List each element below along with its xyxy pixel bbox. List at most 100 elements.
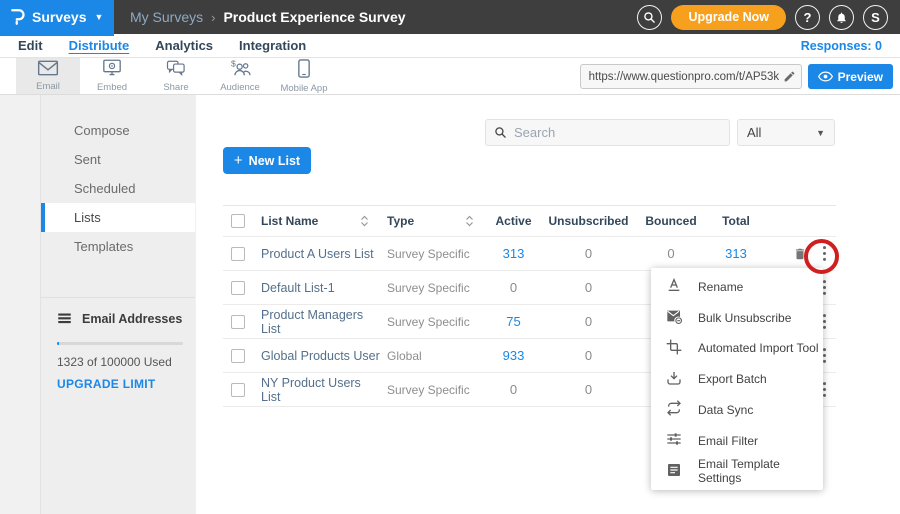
topbar-actions: Upgrade Now ? S (637, 5, 900, 30)
delete-list-button[interactable] (793, 246, 807, 262)
channel-share[interactable]: Share (144, 58, 208, 94)
list-type: Survey Specific (381, 281, 486, 295)
edit-url-icon[interactable] (783, 70, 796, 86)
breadcrumb: My Surveys › Product Experience Survey (130, 9, 406, 25)
account-avatar[interactable]: S (863, 5, 888, 30)
menu-item-export-batch[interactable]: Export Batch (651, 364, 823, 394)
notifications-button[interactable] (829, 5, 854, 30)
menu-item-label: Bulk Unsubscribe (698, 311, 791, 325)
audience-icon: $ (230, 59, 251, 80)
row-checkbox[interactable] (231, 383, 245, 397)
email-filter-icon (666, 431, 682, 450)
column-header-active: Active (486, 214, 541, 228)
survey-nav: Edit Distribute Analytics Integration Respo… (0, 34, 900, 58)
column-header-list-name: List Name (261, 214, 381, 228)
breadcrumb-separator: › (211, 10, 215, 25)
menu-item-rename[interactable]: Rename (651, 272, 823, 302)
upgrade-limit-link[interactable]: UPGRADE LIMIT (57, 377, 156, 391)
table-row: Product A Users ListSurvey Specific31300… (223, 237, 836, 271)
column-label: Type (387, 214, 414, 228)
email-addresses-title: Email Addresses (82, 312, 182, 326)
new-list-button[interactable]: + New List (223, 147, 311, 174)
sort-icon[interactable] (465, 215, 474, 227)
sidebar-item-scheduled[interactable]: Scheduled (41, 174, 195, 203)
column-label: Unsubscribed (548, 214, 628, 228)
list-search[interactable] (485, 119, 730, 146)
help-button[interactable]: ? (795, 5, 820, 30)
new-list-label: New List (249, 154, 300, 168)
questionpro-logo-icon (10, 8, 25, 26)
bell-icon (835, 11, 848, 24)
list-name-link[interactable]: NY Product Users List (261, 376, 381, 404)
row-checkbox[interactable] (231, 315, 245, 329)
menu-item-bulk-unsubscribe[interactable]: Bulk Unsubscribe (651, 303, 823, 333)
survey-link-area: https://www.questionpro.com/t/AP53kZgfo … (580, 64, 893, 89)
survey-url: https://www.questionpro.com/t/AP53kZgfo (589, 71, 779, 83)
select-all-checkbox[interactable] (231, 214, 245, 228)
channel-label: Embed (97, 82, 127, 93)
upgrade-now-button[interactable]: Upgrade Now (671, 5, 786, 30)
cell-unsubscribed: 0 (541, 348, 636, 363)
bulk-unsubscribe-icon (666, 308, 682, 327)
row-checkbox[interactable] (231, 247, 245, 261)
eye-icon (818, 71, 833, 82)
channel-audience[interactable]: $ Audience (208, 58, 272, 94)
search-button[interactable] (637, 5, 662, 30)
channel-mobile-app[interactable]: Mobile App (272, 58, 336, 94)
menu-item-email-filter[interactable]: Email Filter (651, 426, 823, 456)
product-menu-label: Surveys (32, 9, 86, 25)
email-template-settings-icon (666, 462, 682, 481)
survey-url-field[interactable]: https://www.questionpro.com/t/AP53kZgfo (580, 64, 802, 89)
cell-unsubscribed: 0 (541, 314, 636, 329)
channel-label: Email (36, 81, 60, 92)
page-title: Product Experience Survey (223, 9, 405, 25)
automated-import-icon (666, 339, 682, 358)
row-menu-button[interactable] (822, 245, 827, 262)
lists-panel: All ▼ + New List List Name Type Active Unsu… (196, 95, 900, 514)
sidebar-item-lists[interactable]: Lists (41, 203, 195, 232)
list-name-link[interactable]: Product Managers List (261, 308, 381, 336)
channel-email[interactable]: Email (16, 58, 80, 94)
sort-icon[interactable] (360, 215, 369, 227)
top-bar: Surveys ▼ My Surveys › Product Experienc… (0, 0, 900, 34)
email-addresses-panel: Email Addresses 1323 of 100000 Used UPGR… (41, 297, 195, 391)
sidebar-item-templates[interactable]: Templates (41, 232, 195, 261)
list-name-link[interactable]: Product A Users List (261, 247, 374, 261)
rename-icon (666, 277, 682, 296)
tab-distribute[interactable]: Distribute (69, 38, 130, 53)
list-type: Global (381, 349, 486, 363)
menu-item-label: Email Filter (698, 434, 758, 448)
tab-analytics[interactable]: Analytics (155, 38, 213, 53)
column-header-total: Total (706, 214, 766, 228)
channel-embed[interactable]: Embed (80, 58, 144, 94)
list-name-link[interactable]: Global Products User (261, 349, 380, 363)
cell-active: 0 (486, 382, 541, 397)
list-name-link[interactable]: Default List-1 (261, 281, 335, 295)
breadcrumb-my-surveys[interactable]: My Surveys (130, 9, 203, 25)
responses-count[interactable]: Responses: 0 (801, 39, 882, 53)
tab-edit[interactable]: Edit (18, 38, 43, 53)
export-batch-icon (666, 370, 682, 389)
email-usage-text: 1323 of 100000 Used (57, 355, 183, 369)
cell-active: 313 (486, 246, 541, 261)
channel-label: Audience (220, 82, 260, 93)
menu-item-automated-import-tool[interactable]: Automated Import Tool (651, 333, 823, 363)
list-type: Survey Specific (381, 247, 486, 261)
list-type-filter[interactable]: All ▼ (737, 119, 835, 146)
table-header: List NameTypeActiveUnsubscribedBouncedTo… (223, 205, 836, 237)
email-icon (37, 60, 59, 79)
chevron-down-icon: ▼ (94, 12, 103, 22)
menu-item-data-sync[interactable]: Data Sync (651, 395, 823, 425)
product-switcher[interactable]: Surveys ▼ (0, 0, 114, 36)
row-checkbox[interactable] (231, 281, 245, 295)
preview-button[interactable]: Preview (808, 64, 893, 89)
tab-integration[interactable]: Integration (239, 38, 306, 53)
row-checkbox[interactable] (231, 349, 245, 363)
channel-label: Share (163, 82, 188, 93)
sidebar-item-sent[interactable]: Sent (41, 145, 195, 174)
search-input[interactable] (514, 125, 721, 140)
menu-item-email-template-settings[interactable]: Email Template Settings (651, 456, 823, 486)
cell-active: 75 (486, 314, 541, 329)
sidebar-item-compose[interactable]: Compose (41, 116, 195, 145)
search-icon (494, 126, 507, 139)
